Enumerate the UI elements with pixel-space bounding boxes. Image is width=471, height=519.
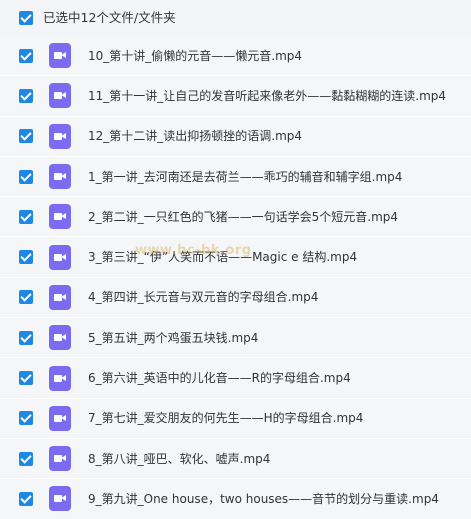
- file-checkbox[interactable]: [19, 491, 33, 506]
- file-name[interactable]: 10_第十讲_偷懒的元音——懒元音.mp4: [88, 50, 302, 62]
- file-row[interactable]: 3_第三讲_“伊”人笑而不语——Magic e 结构.mp4: [0, 237, 471, 278]
- file-name[interactable]: 11_第十一讲_让自己的发音听起来像老外——黏黏糊糊的连读.mp4: [88, 90, 446, 102]
- file-row[interactable]: 1_第一讲_去河南还是去荷兰——乖巧的辅音和辅字组.mp4: [0, 156, 471, 198]
- file-row[interactable]: 12_第十二讲_读出抑扬顿挫的语调.mp4: [0, 116, 471, 157]
- file-row[interactable]: 9_第九讲_One house，two houses——音节的划分与重读.mp4: [0, 479, 471, 519]
- file-checkbox[interactable]: [19, 169, 33, 184]
- video-file-icon: [49, 123, 71, 149]
- select-all-checkbox[interactable]: [19, 11, 33, 25]
- file-name[interactable]: 2_第二讲_一只红色的飞猪——一句话学会5个短元音.mp4: [88, 211, 398, 223]
- file-checkbox[interactable]: [19, 451, 33, 466]
- video-file-icon: [49, 43, 71, 69]
- file-checkbox[interactable]: [19, 209, 33, 224]
- file-checkbox[interactable]: [19, 330, 33, 345]
- video-file-icon: [49, 284, 71, 310]
- file-row[interactable]: 11_第十一讲_让自己的发音听起来像老外——黏黏糊糊的连读.mp4: [0, 76, 471, 117]
- file-name[interactable]: 1_第一讲_去河南还是去荷兰——乖巧的辅音和辅字组.mp4: [88, 171, 402, 183]
- file-row[interactable]: 5_第五讲_两个鸡蛋五块钱.mp4: [0, 318, 471, 359]
- file-name[interactable]: 9_第九讲_One house，two houses——音节的划分与重读.mp4: [88, 493, 439, 505]
- video-file-icon: [49, 325, 71, 351]
- file-name[interactable]: 8_第八讲_哑巴、软化、嘘声.mp4: [88, 453, 270, 465]
- video-file-icon: [49, 365, 71, 391]
- file-checkbox[interactable]: [19, 250, 33, 265]
- file-row[interactable]: 10_第十讲_偷懒的元音——懒元音.mp4: [0, 36, 471, 77]
- file-name[interactable]: 4_第四讲_长元音与双元音的字母组合.mp4: [88, 291, 318, 303]
- file-name[interactable]: 7_第七讲_爱交朋友的何先生——H的字母组合.mp4: [88, 412, 363, 424]
- video-file-icon: [49, 244, 71, 270]
- file-checkbox[interactable]: [19, 48, 33, 63]
- file-row[interactable]: 8_第八讲_哑巴、软化、嘘声.mp4: [0, 438, 471, 480]
- file-name[interactable]: 5_第五讲_两个鸡蛋五块钱.mp4: [88, 332, 258, 344]
- file-row[interactable]: 6_第六讲_英语中的儿化音——R的字母组合.mp4: [0, 358, 471, 399]
- video-file-icon: [49, 446, 71, 472]
- file-checkbox[interactable]: [19, 88, 33, 103]
- video-file-icon: [49, 83, 71, 109]
- video-file-icon: [49, 204, 71, 230]
- file-name[interactable]: 6_第六讲_英语中的儿化音——R的字母组合.mp4: [88, 372, 351, 384]
- file-checkbox[interactable]: [19, 411, 33, 426]
- file-row[interactable]: 7_第七讲_爱交朋友的何先生——H的字母组合.mp4: [0, 398, 471, 439]
- video-file-icon: [49, 405, 71, 431]
- file-row[interactable]: 2_第二讲_一只红色的飞猪——一句话学会5个短元音.mp4: [0, 197, 471, 238]
- file-row[interactable]: 4_第四讲_长元音与双元音的字母组合.mp4: [0, 277, 471, 319]
- video-file-icon: [49, 486, 71, 512]
- file-checkbox[interactable]: [19, 371, 33, 386]
- file-checkbox[interactable]: [19, 129, 33, 144]
- selection-count-label: 已选中12个文件/文件夹: [43, 9, 176, 25]
- file-checkbox[interactable]: [19, 290, 33, 305]
- file-list: 10_第十讲_偷懒的元音——懒元音.mp4 11_第十一讲_让自己的发音听起来像老…: [0, 36, 471, 519]
- file-name[interactable]: 12_第十二讲_读出抑扬顿挫的语调.mp4: [88, 130, 302, 142]
- file-name[interactable]: 3_第三讲_“伊”人笑而不语——Magic e 结构.mp4: [88, 251, 357, 263]
- video-file-icon: [49, 164, 71, 190]
- selection-header: 已选中12个文件/文件夹: [0, 0, 471, 36]
